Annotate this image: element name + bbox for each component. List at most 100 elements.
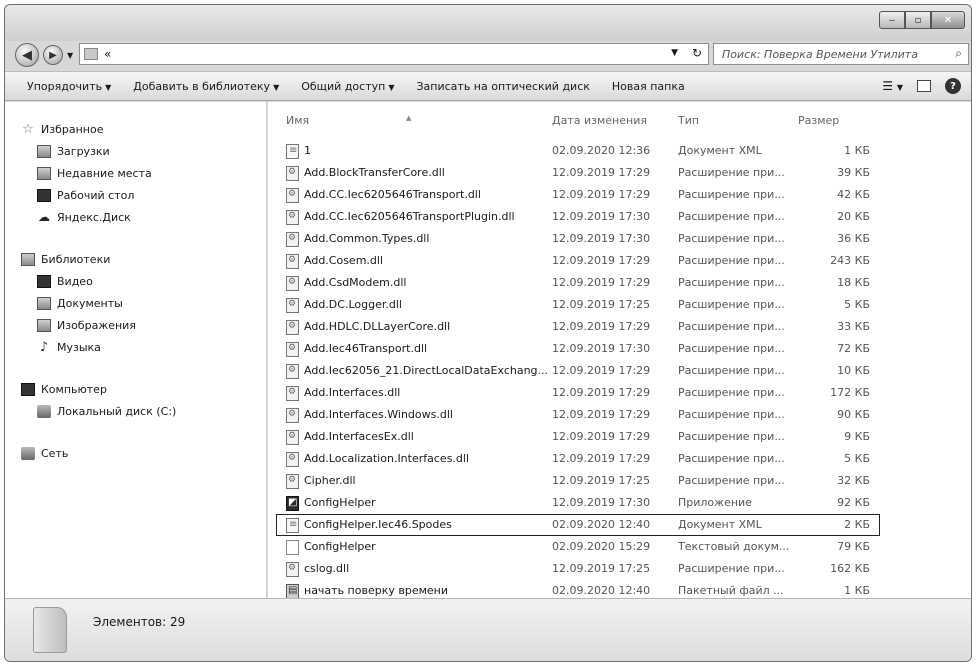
search-placeholder: Поиск: Поверка Времени Утилита	[722, 47, 918, 61]
nav-network[interactable]: Сеть	[5, 442, 266, 464]
computer-icon	[21, 382, 35, 396]
forward-button[interactable]: ▶	[43, 45, 63, 65]
nav-yandex-disk[interactable]: ☁ Яндекс.Диск	[5, 206, 266, 228]
preview-pane-icon[interactable]	[917, 80, 931, 92]
share-button[interactable]: Общий доступ ▼	[290, 80, 405, 93]
refresh-icon[interactable]: ↻	[692, 46, 702, 60]
dll-file-icon	[286, 298, 299, 313]
history-dropdown-icon[interactable]: ▼	[67, 51, 73, 60]
file-size: 9 КБ	[844, 430, 870, 443]
file-size: 33 КБ	[837, 320, 870, 333]
file-date: 12.09.2019 17:29	[552, 254, 651, 267]
file-row[interactable]: Add.HDLC.DLLayerCore.dll 12.09.2019 17:29…	[268, 316, 971, 338]
address-dropdown-icon[interactable]: ▼	[671, 48, 678, 58]
file-date: 12.09.2019 17:30	[552, 232, 651, 245]
nav-downloads[interactable]: Загрузки	[5, 140, 266, 162]
file-name: Add.Iec62056_21.DirectLocalDataExchang..…	[304, 364, 549, 377]
file-row[interactable]: ConfigHelper 12.09.2019 17:30 Приложение 92…	[268, 492, 971, 514]
dll-file-icon	[286, 166, 299, 181]
nav-desktop[interactable]: Рабочий стол	[5, 184, 266, 206]
file-row[interactable]: Add.BlockTransferCore.dll 12.09.2019 17:2…	[268, 162, 971, 184]
file-name: Add.Common.Types.dll	[304, 232, 430, 245]
file-row[interactable]: Add.InterfacesEx.dll 12.09.2019 17:29 Расш…	[268, 426, 971, 448]
organize-button[interactable]: Упорядочить ▼	[5, 80, 122, 93]
column-header-size[interactable]: Размер	[798, 114, 839, 127]
nav-computer[interactable]: Компьютер	[5, 378, 266, 400]
file-row[interactable]: Add.CC.Iec6205646Transport.dll 12.09.2019…	[268, 184, 971, 206]
minimize-button[interactable]: ‒	[879, 11, 905, 29]
close-button[interactable]: ✕	[931, 11, 965, 29]
libraries-group: Библиотеки Видео Документы Изображения ♪…	[5, 248, 266, 358]
file-row[interactable]: Add.Common.Types.dll 12.09.2019 17:30 Расш…	[268, 228, 971, 250]
file-type: Расширение при...	[678, 386, 785, 399]
file-row[interactable]: cslog.dll 12.09.2019 17:25 Расширение при.…	[268, 558, 971, 580]
file-row[interactable]: ConfigHelper.Iec46.Spodes 02.09.2020 12:4…	[268, 514, 971, 536]
file-rows: 1 02.09.2020 12:36 Документ XML 1 КБ Add.Blo…	[268, 140, 971, 602]
nav-local-disk[interactable]: Локальный диск (C:)	[5, 400, 266, 422]
view-options-icon[interactable]: ☰ ▼	[882, 79, 903, 93]
new-folder-button[interactable]: Новая папка	[601, 80, 696, 93]
file-row[interactable]: Add.Interfaces.dll 12.09.2019 17:29 Расшир…	[268, 382, 971, 404]
back-button[interactable]: ◀	[15, 43, 39, 67]
search-icon[interactable]: ⌕	[955, 46, 962, 61]
music-icon: ♪	[39, 339, 49, 355]
dll-file-icon	[286, 430, 299, 445]
dll-file-icon	[286, 210, 299, 225]
file-date: 12.09.2019 17:29	[552, 166, 651, 179]
column-header-date[interactable]: Дата изменения	[552, 114, 647, 127]
dll-file-icon	[286, 408, 299, 423]
maximize-button[interactable]: ▫	[905, 11, 931, 29]
file-row[interactable]: Add.Localization.Interfaces.dll 12.09.201…	[268, 448, 971, 470]
nav-images[interactable]: Изображения	[5, 314, 266, 336]
file-date: 12.09.2019 17:29	[552, 430, 651, 443]
file-row[interactable]: Add.Iec62056_21.DirectLocalDataExchang..…	[268, 360, 971, 382]
file-date: 12.09.2019 17:29	[552, 276, 651, 289]
nav-recent-places[interactable]: Недавние места	[5, 162, 266, 184]
file-name: Add.Iec46Transport.dll	[304, 342, 428, 355]
file-date: 12.09.2019 17:29	[552, 364, 651, 377]
file-row[interactable]: Add.DC.Logger.dll 12.09.2019 17:25 Расшире…	[268, 294, 971, 316]
file-date: 12.09.2019 17:25	[552, 298, 651, 311]
add-to-library-button[interactable]: Добавить в библиотеку ▼	[122, 80, 290, 93]
file-row[interactable]: Cipher.dll 12.09.2019 17:25 Расширение при…	[268, 470, 971, 492]
item-count: Элементов: 29	[93, 615, 186, 629]
column-headers: ▲ Имя Дата изменения Тип Размер	[268, 102, 971, 136]
xml-file-icon	[286, 518, 299, 533]
file-name: ConfigHelper.Iec46.Spodes	[304, 518, 452, 531]
libraries-icon	[21, 252, 35, 266]
search-input[interactable]: Поиск: Поверка Времени Утилита ⌕	[713, 43, 969, 65]
burn-disc-button[interactable]: Записать на оптический диск	[405, 80, 600, 93]
column-header-type[interactable]: Тип	[678, 114, 699, 127]
file-row[interactable]: Add.Iec46Transport.dll 12.09.2019 17:30 Ра…	[268, 338, 971, 360]
dll-file-icon	[286, 232, 299, 247]
nav-music[interactable]: ♪ Музыка	[5, 336, 266, 358]
xml-file-icon	[286, 144, 299, 159]
nav-favorites[interactable]: ☆ Избранное	[5, 118, 266, 140]
column-header-name[interactable]: Имя	[286, 114, 309, 127]
file-name: Add.BlockTransferCore.dll	[304, 166, 445, 179]
nav-libraries[interactable]: Библиотеки	[5, 248, 266, 270]
nav-video[interactable]: Видео	[5, 270, 266, 292]
video-icon	[37, 274, 51, 288]
file-row[interactable]: Add.CsdModem.dll 12.09.2019 17:29 Расширен…	[268, 272, 971, 294]
file-row[interactable]: Add.Interfaces.Windows.dll 12.09.2019 17:…	[268, 404, 971, 426]
file-row[interactable]: ConfigHelper 02.09.2020 15:29 Текстовый до…	[268, 536, 971, 558]
back-arrow-icon: ◀	[22, 47, 32, 63]
dll-file-icon	[286, 562, 299, 577]
nav-documents[interactable]: Документы	[5, 292, 266, 314]
file-row[interactable]: Add.Cosem.dll 12.09.2019 17:29 Расширение …	[268, 250, 971, 272]
file-date: 12.09.2019 17:29	[552, 452, 651, 465]
folder-icon	[84, 48, 98, 60]
images-icon	[37, 318, 51, 332]
file-row[interactable]: Add.CC.Iec6205646TransportPlugin.dll 12.0…	[268, 206, 971, 228]
network-icon	[21, 446, 35, 460]
address-bar[interactable]: « ▼ ↻	[79, 43, 709, 65]
help-icon[interactable]: ?	[945, 78, 961, 94]
file-type: Расширение при...	[678, 232, 785, 245]
yandex-disk-icon: ☁	[38, 209, 50, 224]
file-type: Расширение при...	[678, 276, 785, 289]
file-name: Add.Localization.Interfaces.dll	[304, 452, 470, 465]
file-row[interactable]: 1 02.09.2020 12:36 Документ XML 1 КБ	[268, 140, 971, 162]
file-list: ▲ Имя Дата изменения Тип Размер 1 02.09.2…	[268, 102, 971, 599]
status-bar: Элементов: 29	[5, 598, 971, 661]
